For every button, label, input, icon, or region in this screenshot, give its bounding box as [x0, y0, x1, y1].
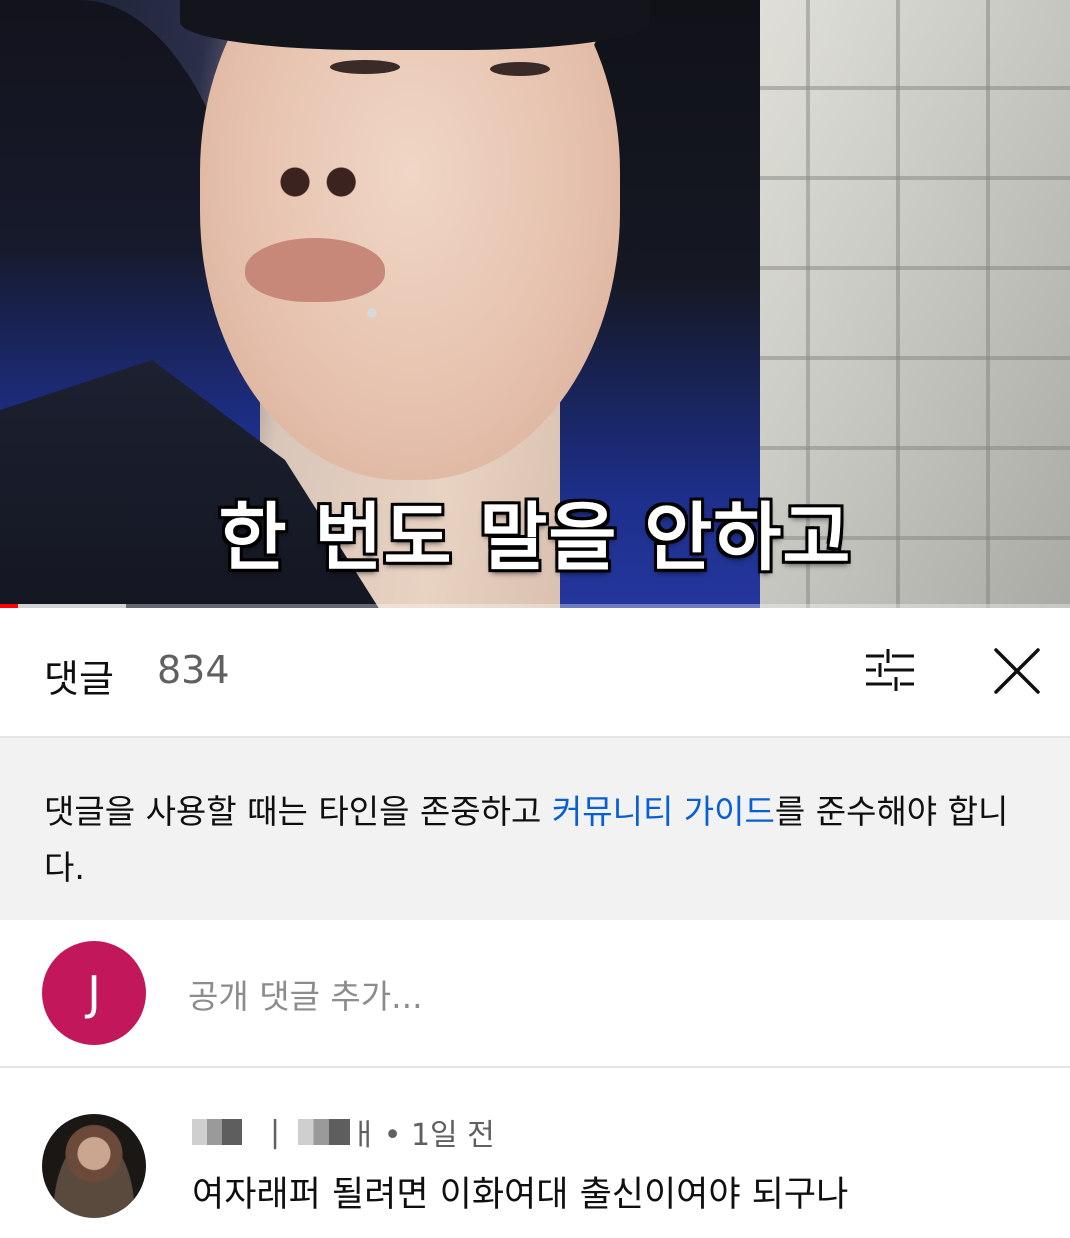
add-comment-input[interactable] — [188, 972, 1008, 1020]
community-guidelines-link[interactable]: 커뮤니티 가이드 — [552, 792, 775, 831]
community-guideline-notice: 댓글을 사용할 때는 타인을 존중하고 커뮤니티 가이드를 준수해야 합니다. — [0, 738, 1070, 920]
video-eye-right — [490, 62, 550, 76]
comment-meta: | ㅐ • 1일 전 — [192, 1112, 495, 1153]
video-bangs — [180, 0, 650, 50]
video-player[interactable]: 한 번도 말을 안하고 — [0, 0, 1070, 608]
video-lip-piercing — [367, 308, 377, 318]
comments-title: 댓글 — [44, 657, 114, 701]
comments-count: 834 — [157, 648, 230, 692]
comments-header: 댓글 834 — [0, 608, 1070, 738]
user-avatar: J — [42, 941, 146, 1045]
notice-text-before: 댓글을 사용할 때는 타인을 존중하고 — [44, 792, 552, 831]
video-eye-left — [330, 60, 400, 74]
comment-item: | ㅐ • 1일 전 여자래퍼 될려면 이화여대 출신이여야 되구나 — [0, 1068, 1070, 1238]
video-subtitle-caption: 한 번도 말을 안하고 — [218, 495, 852, 581]
redacted-handle-suffix: ㅐ — [350, 1118, 378, 1153]
video-mouth — [245, 238, 385, 302]
commenter-avatar[interactable] — [42, 1114, 146, 1218]
redacted-handle — [298, 1119, 351, 1145]
comment-time: • 1일 전 — [383, 1118, 495, 1153]
redacted-username[interactable] — [192, 1119, 242, 1145]
video-face — [200, 0, 620, 480]
add-comment-row[interactable]: J — [0, 920, 1070, 1068]
video-nose — [262, 140, 372, 200]
close-icon[interactable] — [990, 644, 1044, 698]
meta-separator: | — [270, 1114, 281, 1150]
comment-text: 여자래퍼 될려면 이화여대 출신이여야 되구나 — [192, 1175, 849, 1215]
sort-filter-icon[interactable] — [862, 646, 918, 694]
